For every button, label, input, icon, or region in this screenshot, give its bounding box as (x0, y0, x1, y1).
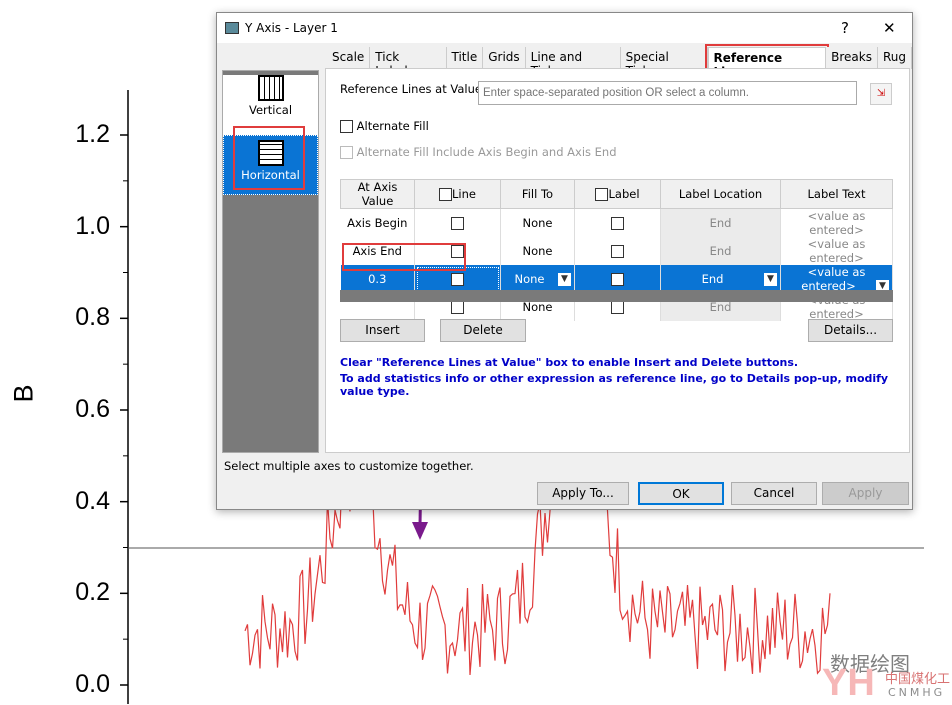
col-label[interactable]: Label (574, 179, 661, 209)
window-icon (225, 22, 239, 34)
cell-line[interactable] (414, 208, 501, 237)
col-label-text: Label Text (780, 179, 893, 209)
select-column-button[interactable]: ⇲ (870, 83, 892, 105)
label-checkbox[interactable] (611, 217, 624, 230)
tab-scale[interactable]: Scale (327, 47, 371, 69)
y-tick-label: 1.0 (75, 211, 110, 240)
cell-label[interactable] (574, 237, 661, 265)
y-tick-label: 0.2 (75, 578, 110, 607)
y-tick-label: 0.4 (75, 486, 110, 515)
close-button[interactable]: ✕ (883, 19, 896, 37)
col-line-label: Line (452, 187, 476, 201)
cell-label-text[interactable]: <value as entered> (780, 208, 893, 237)
chevron-down-icon[interactable]: ▼ (558, 273, 571, 286)
help-button[interactable]: ? (841, 19, 849, 37)
cell-label-location[interactable]: End (660, 237, 781, 265)
info-text-1: Clear "Reference Lines at Value" box to … (340, 356, 799, 369)
watermark-text: 中国煤化工 (885, 672, 951, 687)
label-location-value: End (701, 272, 724, 286)
cell-fill-to[interactable]: None (500, 237, 575, 265)
watermark: 数据绘图 YH 中国煤化工 CNMHG (790, 648, 950, 704)
line-checkbox[interactable] (451, 301, 464, 314)
fill-to-value: None (522, 300, 553, 314)
label-checkbox[interactable] (611, 301, 624, 314)
tab-breaks[interactable]: Breaks (826, 47, 878, 69)
ref-lines-input[interactable] (478, 81, 857, 105)
col-at-axis-value: At Axis Value (340, 179, 415, 209)
tab-reference-lines[interactable]: Reference Lines (704, 44, 830, 79)
cell-value[interactable]: Axis Begin (340, 208, 415, 237)
ok-button[interactable]: OK (638, 482, 724, 505)
alternate-fill-checkbox[interactable]: Alternate Fill (340, 119, 429, 133)
label-text-value: <value as entered> (801, 265, 866, 293)
vertical-axis-icon (257, 75, 284, 101)
cell-label[interactable] (574, 265, 661, 293)
cell-label-location[interactable]: End (660, 208, 781, 237)
cell-label-text[interactable]: <value as entered> ▼ (780, 265, 893, 293)
tab-bar: Scale Tick Labels Title Grids Line and T… (327, 44, 912, 79)
delete-button[interactable]: Delete (440, 319, 526, 342)
info-text-2: To add statistics info or other expressi… (340, 372, 889, 398)
y-tick-label: 1.2 (75, 120, 110, 148)
y-axis-ticks (120, 134, 128, 686)
highlight-box (233, 126, 305, 190)
cell-label[interactable] (574, 208, 661, 237)
tab-tick-labels[interactable]: Tick Labels (370, 47, 447, 78)
line-checkbox[interactable] (451, 271, 464, 286)
cell-label-location[interactable]: End ▼ (660, 265, 781, 293)
col-line[interactable]: Line (414, 179, 501, 209)
insert-button[interactable]: Insert (340, 319, 425, 342)
line-checkbox[interactable] (451, 217, 464, 230)
label-checkbox[interactable] (611, 273, 624, 286)
table-header: At Axis Value Line Fill To Label Label L… (340, 179, 893, 209)
reference-lines-panel: Reference Lines at Value ⇲ Alternate Fil… (325, 68, 910, 453)
cancel-button[interactable]: Cancel (731, 482, 817, 505)
col-label-location: Label Location (660, 179, 781, 209)
tab-rug[interactable]: Rug (877, 47, 912, 69)
label-checkbox[interactable] (611, 245, 624, 258)
label-location-value: End (709, 216, 732, 230)
fill-to-value: None (514, 272, 545, 286)
alternate-fill-label: Alternate Fill (356, 119, 429, 133)
alternate-fill-include-label: Alternate Fill Include Axis Begin and Ax… (356, 145, 617, 159)
y-tick-label: 0.6 (75, 395, 110, 423)
fill-to-value: None (522, 216, 553, 230)
apply-button[interactable]: Apply (822, 482, 909, 505)
watermark-logo: YH (822, 662, 875, 704)
axis-item-label: Vertical (248, 103, 293, 117)
label-location-value: End (709, 244, 732, 258)
label-text-value: <value as entered> (807, 209, 866, 237)
ref-lines-label: Reference Lines at Value (340, 82, 482, 96)
cell-fill-to[interactable]: None (500, 208, 575, 237)
fill-to-value: None (522, 244, 553, 258)
tab-line-and-ticks[interactable]: Line and Ticks (525, 47, 621, 78)
highlight-box (342, 243, 466, 271)
chevron-down-icon[interactable]: ▼ (764, 273, 777, 286)
arrow-head (412, 522, 428, 540)
y-tick-label: 0.8 (75, 303, 110, 332)
dialog-title: Y Axis - Layer 1 (245, 21, 338, 35)
apply-to-button[interactable]: Apply To... (537, 482, 629, 505)
label-location-value: End (709, 300, 732, 314)
status-text: Select multiple axes to customize togeth… (224, 459, 474, 473)
y-axis-label: B (8, 384, 39, 403)
y-tick-label: 0.0 (75, 670, 110, 698)
col-label-label: Label (608, 187, 640, 201)
cell-fill-to[interactable]: None ▼ (500, 265, 575, 293)
alternate-fill-include-checkbox: Alternate Fill Include Axis Begin and Ax… (340, 145, 617, 159)
y-axis-dialog: Y Axis - Layer 1 ? ✕ Vertical Horizontal… (216, 12, 913, 510)
title-bar: Y Axis - Layer 1 (217, 13, 912, 43)
tab-special-ticks[interactable]: Special Ticks (620, 47, 708, 78)
tab-grids[interactable]: Grids (483, 47, 526, 69)
tab-title[interactable]: Title (446, 47, 484, 69)
col-fill-to: Fill To (500, 179, 575, 209)
table-footer (340, 290, 893, 302)
table-row[interactable]: Axis Begin None End <value as entered> (340, 208, 893, 237)
label-text-value: <value as entered> (807, 237, 866, 265)
watermark-text: CNMHG (888, 686, 946, 699)
cell-label-text[interactable]: <value as entered> (780, 237, 893, 265)
details-button[interactable]: Details... (808, 319, 893, 342)
